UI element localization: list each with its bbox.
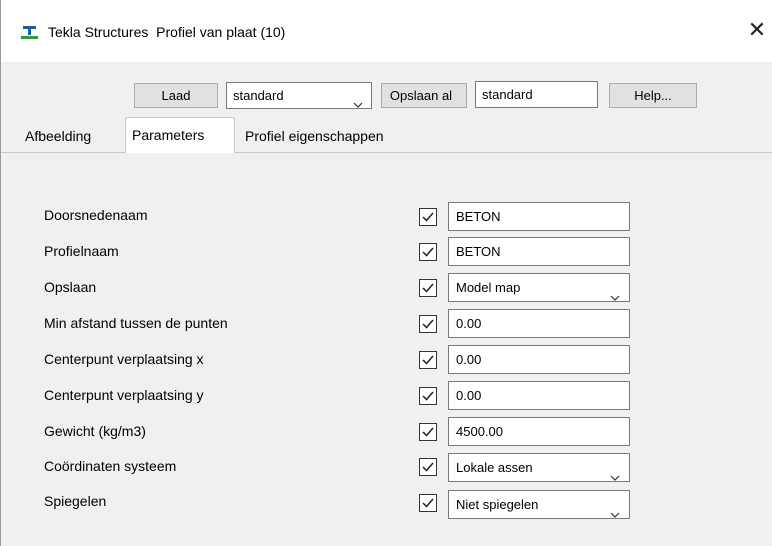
gewicht-checkbox[interactable] [419,423,437,441]
checkmark-icon [422,391,434,401]
centerpunt-y-input[interactable]: 0.00 [448,381,630,410]
tekla-icon [21,25,38,40]
load-preset-value: standard [233,88,284,103]
checkmark-icon [422,212,434,222]
save-as-button[interactable]: Opslaan al [381,83,467,108]
checkmark-icon [422,498,434,508]
load-button[interactable]: Laad [134,83,218,108]
spiegelen-value: Niet spiegelen [456,497,539,512]
spiegelen-select[interactable]: Niet spiegelen [448,490,630,519]
chevron-down-icon [610,464,620,481]
tab-profiel-eigenschappen[interactable]: Profiel eigenschappen [239,121,390,151]
app-name: Tekla Structures [48,24,149,40]
dialog-window: Tekla Structures Profiel van plaat (10) … [0,0,772,546]
coordinaten-checkbox[interactable] [419,458,437,476]
min-afstand-checkbox[interactable] [419,315,437,333]
centerpunt-y-label: Centerpunt verplaatsing y [44,387,204,403]
coordinaten-value: Lokale assen [456,460,533,475]
profielnaam-checkbox[interactable] [419,243,437,261]
doorsnedenaam-label: Doorsnedenaam [44,207,148,223]
min-afstand-input[interactable]: 0.00 [448,309,630,338]
checkmark-icon [422,319,434,329]
profielnaam-input[interactable]: BETON [448,237,630,266]
dialog-title: Profiel van plaat (10) [156,24,286,40]
min-afstand-label: Min afstand tussen de punten [44,315,228,331]
checkmark-icon [422,355,434,365]
opslaan-label: Opslaan [44,279,97,295]
help-button[interactable]: Help... [609,83,697,108]
centerpunt-x-input[interactable]: 0.00 [448,345,630,374]
checkmark-icon [422,283,434,293]
chevron-down-icon [610,284,620,301]
checkmark-icon [422,247,434,257]
centerpunt-x-checkbox[interactable] [419,351,437,369]
close-icon[interactable]: ✕ [743,18,771,46]
chevron-down-icon [353,92,363,108]
load-preset-select[interactable]: standard [226,82,372,109]
title-bar[interactable]: Tekla Structures Profiel van plaat (10) … [1,0,772,62]
profielnaam-label: Profielnaam [44,243,119,259]
spiegelen-label: Spiegelen [44,493,107,509]
checkmark-icon [422,462,434,472]
save-as-input[interactable]: standard [475,81,598,108]
opslaan-checkbox[interactable] [419,279,437,297]
doorsnedenaam-input[interactable]: BETON [448,202,630,231]
coordinaten-label: Coördinaten systeem [44,458,177,474]
coordinaten-select[interactable]: Lokale assen [448,453,630,482]
tab-parameters[interactable]: Parameters [125,117,235,153]
spiegelen-checkbox[interactable] [419,494,437,512]
checkmark-icon [422,427,434,437]
opslaan-select[interactable]: Model map [448,273,630,302]
opslaan-value: Model map [456,280,521,295]
gewicht-label: Gewicht (kg/m3) [44,423,146,439]
gewicht-input[interactable]: 4500.00 [448,417,630,446]
tab-afbeelding[interactable]: Afbeelding [19,121,98,151]
centerpunt-y-checkbox[interactable] [419,387,437,405]
window-title: Tekla Structures Profiel van plaat (10) [48,24,285,40]
chevron-down-icon [610,501,620,518]
doorsnedenaam-checkbox[interactable] [419,208,437,226]
centerpunt-x-label: Centerpunt verplaatsing x [44,351,204,367]
